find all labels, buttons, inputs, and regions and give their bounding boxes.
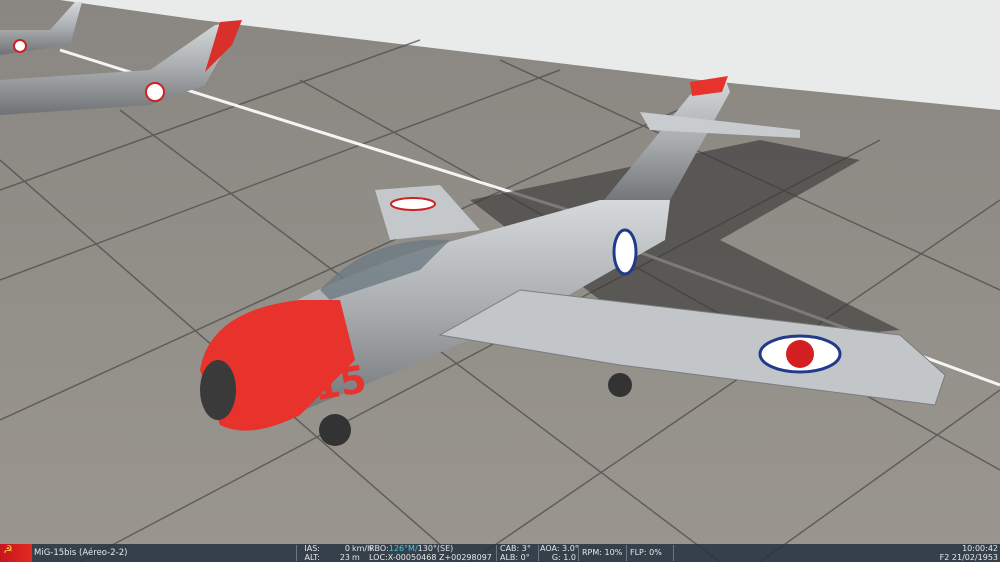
flaps-value: FLP: 0% [630,548,662,557]
aoa-g: AOA: 3.0° G: 1.0 [540,544,579,562]
date: F2 21/02/1953 [939,552,998,562]
ias-alt-labels: IAS: ALT: [304,544,320,562]
cab-alb: CAB: 3° ALB: 0° [500,544,531,562]
rpm-value: RPM: 10% [582,548,623,557]
game-scene: 015 [0,0,1000,562]
clock: 10:00:42 F2 21/02/1953 [939,544,998,562]
aircraft-name: MiG-15bis (Aéreo-2-2) [34,548,128,558]
alt-value: 23 [339,552,350,562]
navigation-readout: RBO:126°M/130°(SE) LOC:X-00050468 Z+0029… [369,544,492,562]
ias-alt-values: 0 23 [322,544,350,562]
nation-flag: ☭ [0,544,32,562]
location-value: X-00050468 Z+00298097 [387,552,492,562]
hammer-sickle-icon: ☭ [3,543,13,556]
hud-status-bar: ☭ MiG-15bis (Aéreo-2-2) IAS: ALT: 0 23 km/… [0,544,1000,562]
